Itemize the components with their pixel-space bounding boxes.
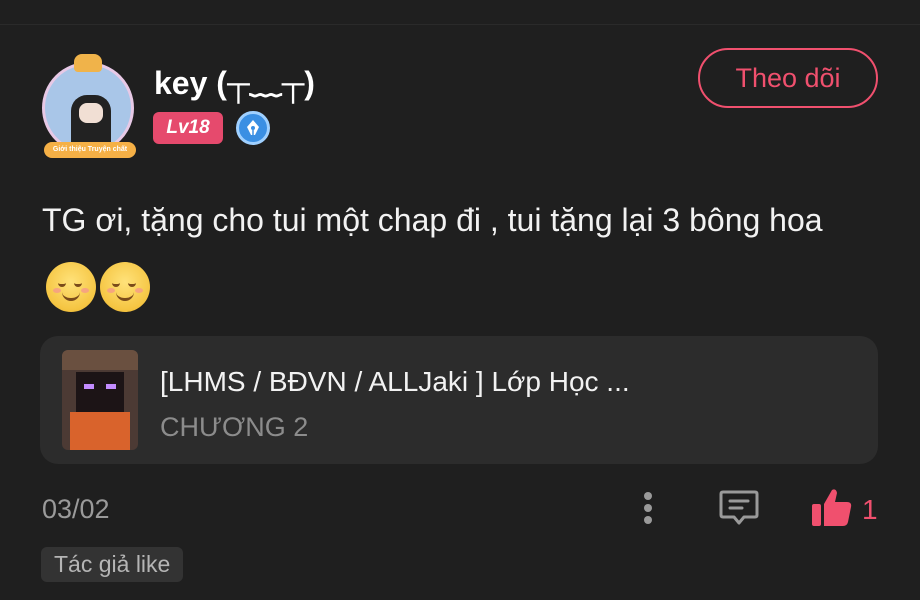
thumbs-up-icon[interactable] [810, 486, 854, 530]
story-cover-image [62, 350, 138, 450]
reply-comment-icon[interactable] [718, 488, 760, 528]
more-options-icon[interactable] [636, 488, 660, 528]
level-badge: Lv18 [153, 112, 223, 144]
comment-body: TG ơi, tặng cho tui một chap đi , tui tặ… [42, 188, 862, 316]
avatar-image [42, 62, 134, 154]
cover-character-eye [84, 384, 94, 389]
cover-character-body [70, 412, 130, 450]
avatar-frame-banner: Giới thiệu Truyện chất [44, 142, 136, 158]
author-like-tag: Tác giả like [41, 547, 184, 582]
story-title: [LHMS / BĐVN / ALLJaki ] Lớp Học ... [160, 366, 630, 397]
pen-nib-badge-icon [236, 111, 270, 145]
username[interactable]: key (┬﹏┬) [154, 58, 315, 104]
top-divider [0, 24, 920, 25]
smiling-face-emoji-icon [100, 261, 150, 312]
smiling-face-emoji-icon [46, 261, 96, 312]
avatar-face [79, 103, 103, 123]
cover-character-eye [106, 384, 116, 389]
follow-button[interactable]: Theo dõi [698, 48, 878, 108]
comment-text: TG ơi, tặng cho tui một chap đi , tui tặ… [42, 202, 823, 238]
avatar[interactable]: Giới thiệu Truyện chất [36, 52, 144, 160]
story-chapter: CHƯƠNG 2 [160, 412, 309, 442]
cover-background-block [62, 350, 138, 370]
linked-story-card[interactable]: [LHMS / BĐVN / ALLJaki ] Lớp Học ... CHƯ… [40, 336, 878, 464]
comment-date: 03/02 [42, 494, 110, 524]
like-count: 1 [862, 494, 878, 525]
cover-character-head [76, 372, 124, 412]
avatar-frame-ornament [74, 54, 102, 72]
